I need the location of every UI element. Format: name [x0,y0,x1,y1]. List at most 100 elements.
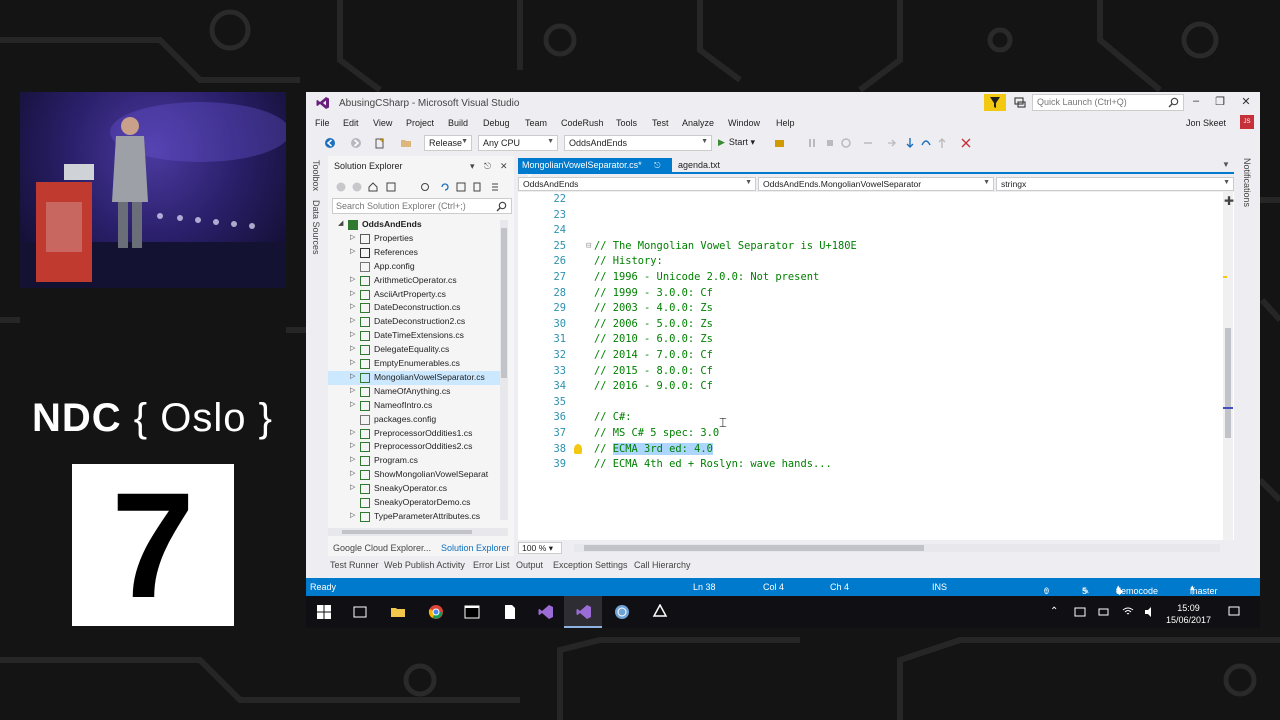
data-sources-tab[interactable]: Data Sources [311,200,321,255]
collapsed-arrow-icon[interactable]: ▷ [350,455,355,463]
show-next-statement-icon[interactable] [862,137,874,149]
collapsed-arrow-icon[interactable]: ▷ [350,428,355,436]
task-view-icon[interactable] [352,604,368,620]
tree-item[interactable]: ▷ SneakyOperator.cs [328,482,508,496]
menu-tools[interactable]: Tools [616,118,637,128]
code-line[interactable]: 27 // 1996 - Unicode 2.0.0: Not present [518,270,1234,286]
menu-edit[interactable]: Edit [343,118,359,128]
taskbar-clock[interactable]: 15:09 15/06/2017 [1166,602,1211,626]
menu-help[interactable]: Help [776,118,795,128]
browser-link-icon[interactable] [774,137,786,149]
tab-test-runner[interactable]: Test Runner [330,560,379,570]
sync-icon[interactable] [440,182,450,192]
tree-item[interactable]: App.config [328,260,508,274]
show-all-files-icon[interactable] [472,182,482,192]
zoom-dropdown[interactable]: 100 % ▾ [518,542,562,554]
collapsed-arrow-icon[interactable]: ▷ [350,400,355,408]
code-line[interactable]: 29 // 2003 - 4.0.0: Zs [518,301,1234,317]
menu-team[interactable]: Team [525,118,547,128]
code-line[interactable]: 24 [518,223,1234,239]
tree-item[interactable]: ▷ DateDeconstruction.cs [328,301,508,315]
startup-project-dropdown[interactable]: OddsAndEnds ▼ [564,135,712,151]
collapsed-arrow-icon[interactable]: ▷ [350,483,355,491]
code-line[interactable]: 38 // ECMA 3rd ed: 4.0 [518,442,1234,458]
document-icon[interactable] [502,604,518,620]
tree-item[interactable]: ▷ NameofIntro.cs [328,399,508,413]
tree-item[interactable]: ▷ References [328,246,508,260]
tray-chevron-up-icon[interactable]: ⌃ [1050,606,1062,618]
tab-solution-explorer[interactable]: Solution Explorer [441,543,510,553]
chrome-icon[interactable] [428,604,444,620]
globe-app-icon[interactable] [614,604,630,620]
step-out-icon[interactable] [920,137,932,149]
collapsed-arrow-icon[interactable]: ▷ [350,247,355,255]
collapsed-arrow-icon[interactable]: ▷ [350,289,355,297]
switch-views-icon[interactable] [386,182,398,192]
editor-vertical-scrollbar[interactable] [1223,192,1233,540]
tab-overflow-icon[interactable]: ▼ [1222,160,1230,169]
code-map-icon[interactable] [960,137,972,149]
tab-web-publish-activity[interactable]: Web Publish Activity [384,560,465,570]
feedback-icon[interactable] [1012,95,1028,111]
expanded-arrow-icon[interactable]: ◢ [338,219,343,227]
open-file-icon[interactable] [400,137,412,149]
visual-studio-taskbar-icon[interactable] [538,604,554,620]
menu-test[interactable]: Test [652,118,669,128]
step-back-icon[interactable] [936,137,948,149]
tree-item[interactable]: ▷ PreprocessorOddities2.cs [328,440,508,454]
code-line[interactable]: 33 // 2015 - 8.0.0: Cf [518,364,1234,380]
tab-call-hierarchy[interactable]: Call Hierarchy [634,560,691,570]
tree-item[interactable]: ▷ EmptyEnumerables.cs [328,357,508,371]
tree-item[interactable]: ▷ TypeParameterAttributes.cs [328,510,508,524]
home-icon[interactable] [368,182,378,192]
close-window-button[interactable]: ✕ [1238,95,1254,111]
start-debugging-button[interactable]: ▶ Start ▾ [718,137,755,148]
restore-button[interactable]: ❐ [1212,95,1228,111]
collapsed-arrow-icon[interactable]: ▷ [350,386,355,394]
pin-icon[interactable]: ⎋ [484,161,491,172]
collapse-all-icon[interactable] [456,182,466,192]
code-line[interactable]: 32 // 2014 - 7.0.0: Cf [518,348,1234,364]
tree-item[interactable]: packages.config [328,413,508,427]
pause-icon[interactable] [806,137,818,149]
collapsed-arrow-icon[interactable]: ▷ [350,302,355,310]
scroll-thumb[interactable] [342,530,472,534]
type-navigation-dropdown[interactable]: OddsAndEnds.MongolianVowelSeparator ▼ [758,177,994,191]
repository-selector[interactable]: ◆ democode ▴ [1116,582,1158,596]
collapsed-arrow-icon[interactable]: ▷ [350,441,355,449]
user-avatar[interactable]: JS [1240,115,1254,129]
unity-icon[interactable] [652,604,668,620]
close-icon[interactable]: ✕ [500,161,508,172]
command-prompt-icon[interactable] [464,604,480,620]
tree-project-node[interactable]: ◢ OddsAndEnds [328,218,508,232]
tree-item[interactable]: ▷ NameOfAnything.cs [328,385,508,399]
collapsed-arrow-icon[interactable]: ▷ [350,511,355,519]
tab-error-list[interactable]: Error List [473,560,510,570]
minimize-button[interactable]: – [1188,95,1204,111]
collapsed-arrow-icon[interactable]: ▷ [350,275,355,283]
editor-horizontal-scrollbar[interactable] [574,544,1220,552]
code-line[interactable]: 34 // 2016 - 9.0.0: Cf [518,379,1234,395]
collapsed-arrow-icon[interactable]: ▷ [350,344,355,352]
file-explorer-icon[interactable] [390,604,406,620]
tree-item[interactable]: ▷ DateTimeExtensions.cs [328,329,508,343]
code-line[interactable]: 37 // MS C# 5 spec: 3.0 [518,426,1234,442]
pin-icon[interactable]: ⎋ [654,161,660,170]
tree-item[interactable]: ▷ Program.cs [328,454,508,468]
member-navigation-dropdown[interactable]: stringx ▼ [996,177,1234,191]
menu-view[interactable]: View [373,118,392,128]
restart-icon[interactable] [840,137,852,149]
panel-dropdown-icon[interactable]: ▾ [470,161,475,172]
step-into-icon[interactable] [886,137,898,149]
tab-agenda[interactable]: agenda.txt [674,158,734,174]
menu-window[interactable]: Window [728,118,760,128]
toolbox-tab[interactable]: Toolbox [311,160,321,191]
forward-icon[interactable] [352,182,362,192]
collapsed-arrow-icon[interactable]: ▷ [350,469,355,477]
collapsed-arrow-icon[interactable]: ▷ [350,330,355,338]
code-line[interactable]: 28 // 1999 - 3.0.0: Cf [518,286,1234,302]
code-line[interactable]: 30 // 2006 - 5.0.0: Zs [518,317,1234,333]
collapse-region-icon[interactable]: ⊟ [586,241,591,251]
add-icon[interactable]: ✚ [1224,194,1234,208]
back-icon[interactable] [336,182,346,192]
